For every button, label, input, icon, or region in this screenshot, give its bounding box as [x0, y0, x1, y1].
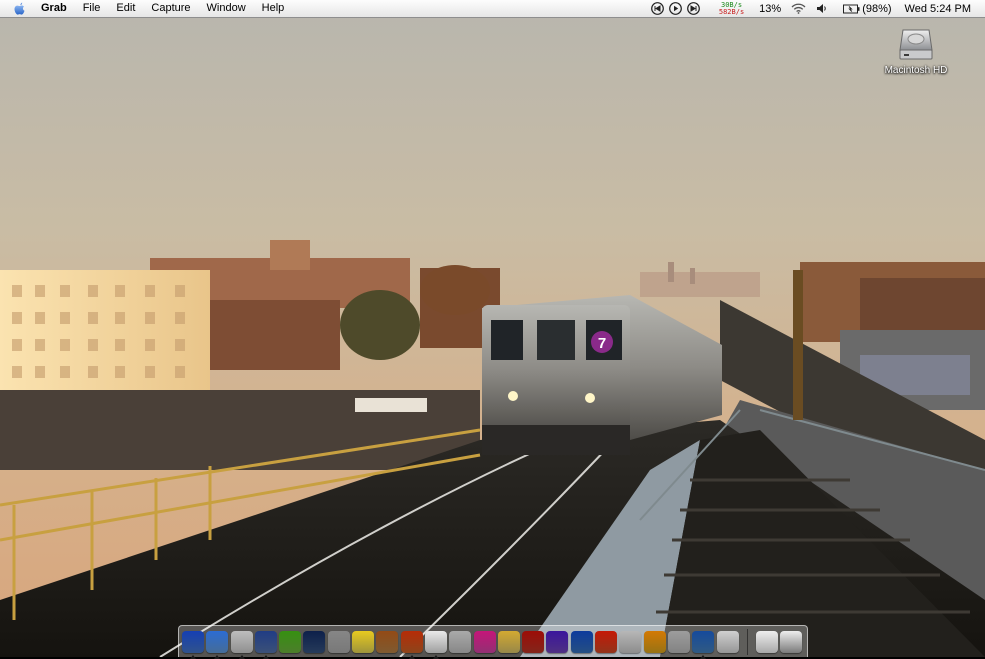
desktop-icon-label: Macintosh HD	[884, 65, 948, 76]
powerpoint-icon[interactable]	[595, 630, 618, 653]
menu-help[interactable]: Help	[254, 0, 293, 17]
volume-icon[interactable]	[816, 3, 828, 14]
dock-separator	[746, 628, 748, 655]
stickies-icon[interactable]	[352, 630, 375, 653]
finder-icon[interactable]	[182, 630, 204, 659]
dock	[178, 625, 808, 659]
preview-icon[interactable]	[254, 630, 277, 659]
menu-bar: Grab File Edit Capture Window Help 30B/s…	[0, 0, 985, 18]
itunes-icon[interactable]	[279, 630, 302, 653]
pin-icon[interactable]	[667, 630, 690, 653]
desktop-icon-macintosh-hd[interactable]: Macintosh HD	[876, 24, 956, 76]
documents-stack-icon[interactable]	[755, 630, 778, 653]
apple-store-icon[interactable]	[619, 630, 642, 653]
iphoto-icon[interactable]	[376, 630, 399, 653]
apple-menu-icon[interactable]	[13, 2, 27, 16]
next-track-icon[interactable]	[686, 2, 700, 15]
directions-icon[interactable]	[643, 630, 666, 653]
menu-clock[interactable]: Wed 5:24 PM	[905, 3, 971, 15]
word-icon[interactable]	[570, 630, 593, 653]
mail-icon[interactable]	[522, 630, 545, 653]
battery-icon	[843, 4, 860, 13]
network-icon[interactable]	[303, 630, 326, 653]
hard-drive-icon	[896, 24, 936, 64]
firefox-icon[interactable]	[400, 630, 423, 659]
wifi-icon[interactable]	[791, 3, 806, 14]
textedit-icon[interactable]	[449, 630, 472, 653]
flower-app-icon[interactable]	[473, 630, 496, 653]
svg-text:7: 7	[598, 335, 606, 352]
letter-icon[interactable]	[716, 630, 739, 653]
play-icon[interactable]	[668, 2, 682, 15]
network-download-rate: 582B/s	[718, 7, 745, 16]
safari-icon[interactable]	[206, 630, 229, 659]
desktop-wallpaper: 7	[0, 0, 985, 657]
image-capture-icon[interactable]	[692, 630, 715, 659]
previous-track-icon[interactable]	[650, 2, 664, 15]
battery-status[interactable]: (98%)	[843, 2, 892, 15]
network-monitor[interactable]: 30B/s 582B/s	[718, 1, 745, 16]
pages-icon[interactable]	[497, 630, 520, 653]
status-menus: 30B/s 582B/s 13% (98%) Wed 5:24 PM	[646, 0, 985, 17]
spotlight-icon[interactable]	[327, 630, 350, 653]
trash-icon[interactable]	[780, 630, 803, 653]
app-menu-grab[interactable]: Grab	[37, 0, 75, 17]
internet-explorer-icon[interactable]	[546, 630, 569, 653]
cpu-usage[interactable]: 13%	[759, 3, 781, 15]
menu-capture[interactable]: Capture	[143, 0, 198, 17]
battery-percent: (98%)	[862, 2, 892, 15]
menu-edit[interactable]: Edit	[108, 0, 143, 17]
script-editor-icon[interactable]	[230, 630, 253, 659]
menu-file[interactable]: File	[75, 0, 109, 17]
menu-window[interactable]: Window	[199, 0, 254, 17]
ical-icon[interactable]	[424, 630, 447, 659]
